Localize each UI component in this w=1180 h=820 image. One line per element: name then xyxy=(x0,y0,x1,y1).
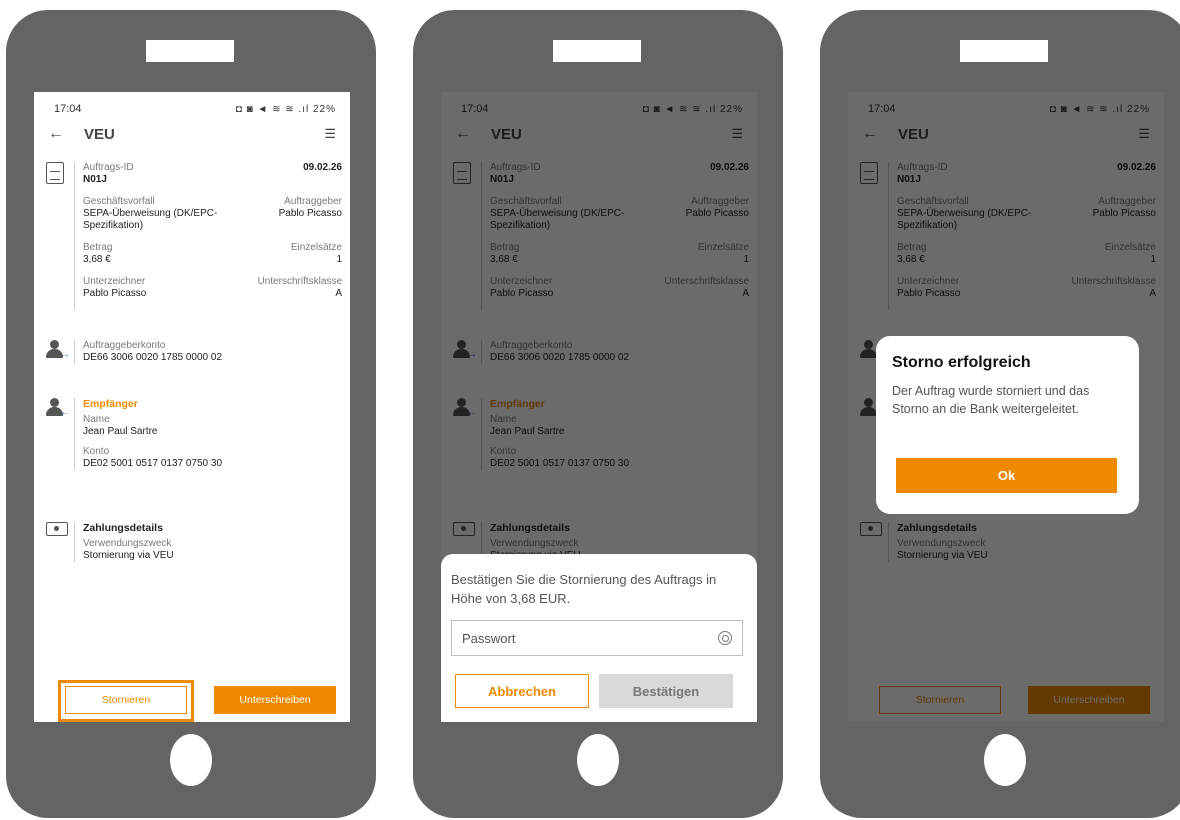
status-time: 17:04 xyxy=(54,103,82,115)
password-placeholder: Passwort xyxy=(462,630,516,646)
password-input[interactable]: Passwort xyxy=(451,620,743,656)
screen-cancel-success: 17:04 ◘ ◙ ◄ ≋ ≋ .ıl 22% ← VEU ☰ Auftrags… xyxy=(848,92,1164,722)
page-title: VEU xyxy=(84,125,115,143)
screen-confirm-cancel: 17:04 ◘ ◙ ◄ ≋ ≋ .ıl 22% ← VEU ☰ Auftrags… xyxy=(441,92,757,722)
home-button[interactable] xyxy=(170,734,212,786)
case-label: Geschäftsvorfall xyxy=(83,196,155,207)
highlight-frame xyxy=(58,680,194,722)
confirm-button[interactable]: Bestätigen xyxy=(599,674,733,708)
back-arrow-icon[interactable]: ← xyxy=(48,125,74,143)
confirm-message: Bestätigen Sie die Stornierung des Auftr… xyxy=(451,572,717,606)
recipient-account-value: DE02 5001 0517 0137 0750 30 xyxy=(83,458,223,469)
status-bar: 17:04 ◘ ◙ ◄ ≋ ≋ .ıl 22% xyxy=(54,102,336,116)
screen-order-details: 17:04 ◘ ◙ ◄ ≋ ≋ .ıl 22% ← VEU ☰ Auftrags… xyxy=(34,92,350,722)
phone-speaker xyxy=(146,40,234,62)
abort-button[interactable]: Abbrechen xyxy=(455,674,589,708)
user-account-icon: → xyxy=(46,340,70,364)
order-date: 09.02.26 xyxy=(303,162,342,173)
recipient-name-value: Jean Paul Sartre xyxy=(83,426,158,437)
orderer-label: Auftraggeber xyxy=(284,196,342,207)
phone-speaker xyxy=(553,40,641,62)
purpose-value: Stornierung via VEU xyxy=(83,550,174,561)
order-id-value: N01J xyxy=(83,174,107,185)
phone-frame-1: 17:04 ◘ ◙ ◄ ≋ ≋ .ıl 22% ← VEU ☰ Auftrags… xyxy=(6,10,376,818)
document-icon xyxy=(46,162,68,186)
order-id-label: Auftrags-ID xyxy=(83,162,134,173)
status-icons: ◘ ◙ ◄ ≋ ≋ .ıl 22% xyxy=(235,103,336,115)
account-value: DE66 3006 0020 1785 0000 02 xyxy=(83,352,223,363)
recipient-name-label: Name xyxy=(83,414,110,425)
recipient-title: Empfänger xyxy=(83,398,138,410)
recipient-account-label: Konto xyxy=(83,446,110,457)
dialog-message: Der Auftrag wurde storniert und das Stor… xyxy=(892,384,1090,416)
sign-order-button[interactable]: Unterschreiben xyxy=(214,686,336,714)
sigclass-value: A xyxy=(335,288,342,299)
phone-frame-2: 17:04 ◘ ◙ ◄ ≋ ≋ .ıl 22% ← VEU ☰ Auftrags… xyxy=(413,10,783,818)
home-button[interactable] xyxy=(577,734,619,786)
case-value: SEPA-Überweisung (DK/EPC-Spezifikation) xyxy=(83,208,218,231)
success-dialog: Storno erfolgreich Der Auftrag wurde sto… xyxy=(876,336,1139,514)
user-recipient-icon: ← xyxy=(46,398,70,422)
phone-frame-3: 17:04 ◘ ◙ ◄ ≋ ≋ .ıl 22% ← VEU ☰ Auftrags… xyxy=(820,10,1180,818)
records-label: Einzelsätze xyxy=(290,242,342,253)
account-label: Auftraggeberkonto xyxy=(83,340,166,351)
payment-title: Zahlungsdetails xyxy=(83,522,163,534)
signer-value: Pablo Picasso xyxy=(83,288,147,299)
phone-speaker xyxy=(960,40,1048,62)
orderer-value: Pablo Picasso xyxy=(278,208,342,219)
confirm-bottom-sheet: Bestätigen Sie die Stornierung des Auftr… xyxy=(441,554,757,722)
amount-value: 3,68 € xyxy=(83,254,111,265)
ok-button[interactable]: Ok xyxy=(896,458,1117,493)
money-icon xyxy=(46,522,68,546)
amount-label: Betrag xyxy=(83,242,113,253)
records-value: 1 xyxy=(336,254,342,265)
dialog-title: Storno erfolgreich xyxy=(892,354,1031,371)
home-button[interactable] xyxy=(984,734,1026,786)
sigclass-label: Unterschriftsklasse xyxy=(257,276,342,287)
fingerprint-icon[interactable] xyxy=(718,631,732,645)
app-bar: ← VEU ☰ xyxy=(48,122,336,146)
menu-icon[interactable]: ☰ xyxy=(324,126,336,142)
purpose-label: Verwendungszweck xyxy=(83,538,172,549)
signer-label: Unterzeichner xyxy=(83,276,146,287)
